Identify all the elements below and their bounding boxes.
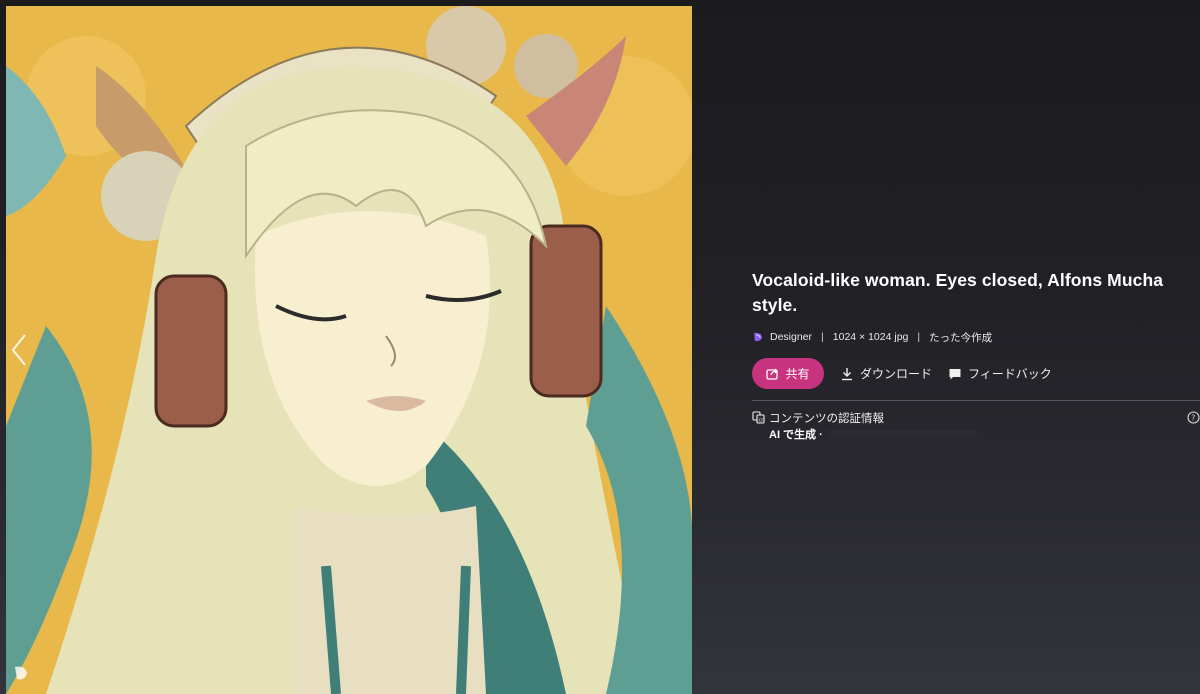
ai-generated-row: AI で生成 ·	[769, 427, 1200, 441]
feedback-icon	[949, 368, 961, 379]
credentials-icon: cr	[752, 411, 765, 424]
feedback-button[interactable]: フィードバック	[948, 365, 1052, 382]
divider	[752, 400, 1200, 401]
meta-separator: |	[917, 331, 921, 343]
content-credentials: cr コンテンツの認証情報 ? AI で生成 ·	[752, 410, 1200, 441]
designer-icon	[754, 332, 762, 342]
help-icon: ?	[1187, 411, 1200, 424]
image-info-panel: Vocaloid-like woman. Eyes closed, Alfons…	[752, 268, 1200, 441]
previous-image-button[interactable]	[6, 330, 32, 370]
image-title: Vocaloid-like woman. Eyes closed, Alfons…	[752, 270, 1164, 315]
action-bar: 共有 ダウンロード フィードバック	[752, 358, 1192, 389]
feedback-label: フィードバック	[968, 367, 1052, 381]
download-label: ダウンロード	[860, 367, 933, 381]
image-meta: Designer | 1024 × 1024 jpg | たった今作成	[752, 330, 1192, 344]
credentials-label: コンテンツの認証情報	[769, 412, 884, 425]
image-viewer: Vocaloid-like woman. Eyes closed, Alfons…	[0, 0, 1200, 694]
credentials-header[interactable]: cr コンテンツの認証情報	[752, 410, 1200, 425]
download-icon	[842, 367, 852, 380]
created-time: たった今作成	[929, 331, 993, 344]
svg-text:?: ?	[1191, 413, 1195, 422]
share-label: 共有	[785, 367, 810, 381]
designer-logo-icon	[8, 660, 34, 686]
meta-separator: |	[821, 331, 824, 343]
chevron-left-icon	[11, 334, 26, 366]
artwork-image[interactable]	[6, 6, 692, 694]
source-label: Designer	[770, 331, 813, 343]
download-button[interactable]: ダウンロード	[840, 365, 932, 382]
share-button[interactable]: 共有	[752, 358, 824, 389]
share-icon	[766, 368, 779, 380]
ai-generated-label: AI で生成 ·	[769, 429, 823, 441]
image-dimensions: 1024 × 1024 jpg	[832, 331, 909, 343]
redacted-info	[826, 430, 977, 438]
help-button[interactable]: ?	[1187, 411, 1200, 429]
